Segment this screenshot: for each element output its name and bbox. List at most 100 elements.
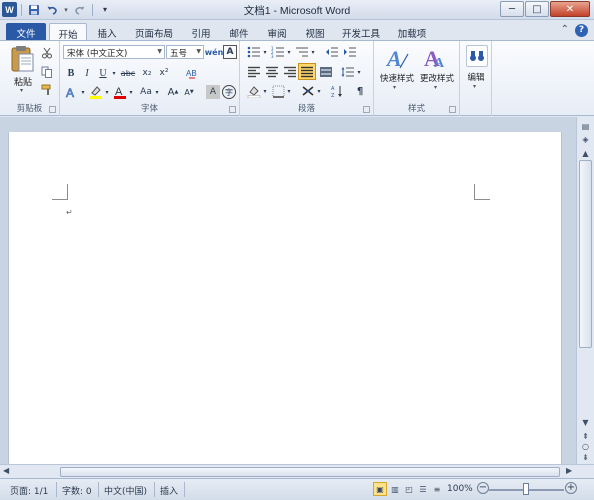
- enclose-char-button[interactable]: 字: [222, 85, 236, 99]
- sort-icon[interactable]: AZ: [330, 84, 346, 98]
- borders-dropdown-icon[interactable]: ▾: [286, 84, 292, 98]
- editing-dropdown-icon[interactable]: ▾: [473, 83, 476, 90]
- grow-font-button[interactable]: A ▲: [166, 85, 180, 99]
- borders-icon[interactable]: [270, 84, 286, 98]
- highlight-color-icon[interactable]: [88, 85, 104, 99]
- paragraph-launcher-icon[interactable]: [363, 106, 370, 113]
- change-styles-dropdown-icon[interactable]: ▾: [434, 84, 437, 91]
- font-color-dropdown-icon[interactable]: ▾: [128, 85, 134, 99]
- increase-indent-icon[interactable]: [342, 45, 358, 59]
- outline-view-icon[interactable]: ☰: [416, 482, 430, 496]
- status-insert-mode[interactable]: 插入: [160, 484, 178, 497]
- ruler-toggle-icon[interactable]: ▤: [578, 119, 593, 133]
- numbering-dropdown-icon[interactable]: ▾: [286, 45, 292, 59]
- zoom-slider-thumb[interactable]: [523, 483, 529, 495]
- quick-styles-dropdown-icon[interactable]: ▾: [393, 84, 396, 91]
- clipboard-launcher-icon[interactable]: [49, 106, 56, 113]
- bold-button[interactable]: B: [64, 66, 78, 80]
- zoom-level[interactable]: 100%: [447, 484, 473, 494]
- tab-review[interactable]: 审阅: [260, 23, 294, 40]
- font-name-combo[interactable]: 宋体 (中文正文) ▼: [63, 45, 165, 59]
- font-size-combo[interactable]: 五号 ▼: [166, 45, 204, 59]
- tab-home[interactable]: 开始: [49, 23, 87, 41]
- binoculars-icon[interactable]: [466, 45, 488, 67]
- status-page[interactable]: 页面: 1/1: [10, 484, 48, 497]
- text-effects-dropdown-icon[interactable]: ▾: [80, 85, 86, 99]
- char-shading-button[interactable]: A: [206, 85, 220, 99]
- styles-launcher-icon[interactable]: [449, 106, 456, 113]
- tab-developer[interactable]: 开发工具: [336, 23, 386, 40]
- close-button[interactable]: ✕: [550, 1, 590, 17]
- chinese-layout-icon[interactable]: [300, 84, 316, 98]
- next-page-icon[interactable]: ⇟: [578, 450, 593, 464]
- underline-dropdown-icon[interactable]: ▾: [110, 66, 118, 80]
- numbering-icon[interactable]: 123: [270, 45, 286, 59]
- tab-page-layout[interactable]: 页面布局: [128, 23, 180, 40]
- decrease-indent-icon[interactable]: [324, 45, 340, 59]
- paste-icon[interactable]: [8, 44, 38, 74]
- quick-styles-icon[interactable]: A: [384, 44, 410, 70]
- vertical-scrollbar[interactable]: ▤ ◈ ▲ ▼ ⇞ ○ ⇟: [576, 117, 594, 464]
- scroll-up-icon[interactable]: ▲: [578, 146, 593, 160]
- clear-formatting-icon[interactable]: AB: [184, 66, 198, 80]
- maximize-button[interactable]: □: [525, 1, 549, 17]
- quick-styles-label[interactable]: 快速样式: [376, 72, 418, 84]
- text-effects-icon[interactable]: A: [64, 85, 80, 99]
- cut-icon[interactable]: [40, 46, 54, 60]
- superscript-button[interactable]: x²: [157, 66, 171, 80]
- zoom-in-button[interactable]: +: [565, 482, 577, 494]
- change-styles-label[interactable]: 更改样式: [416, 72, 458, 84]
- bullets-dropdown-icon[interactable]: ▾: [262, 45, 268, 59]
- change-case-button[interactable]: Aa: [138, 85, 154, 99]
- font-size-dropdown-icon[interactable]: ▼: [196, 48, 201, 55]
- tab-insert[interactable]: 插入: [90, 23, 124, 40]
- line-spacing-dropdown-icon[interactable]: ▾: [356, 65, 362, 79]
- shading-icon[interactable]: [246, 84, 262, 98]
- scroll-down-icon[interactable]: ▼: [578, 415, 593, 429]
- multilevel-list-icon[interactable]: [294, 45, 310, 59]
- highlight-dropdown-icon[interactable]: ▾: [104, 85, 110, 99]
- align-left-icon[interactable]: [246, 65, 262, 79]
- format-painter-icon[interactable]: [40, 83, 54, 97]
- minimize-ribbon-icon[interactable]: ⌃: [561, 24, 569, 37]
- horizontal-scroll-thumb[interactable]: [60, 467, 560, 477]
- align-center-icon[interactable]: [264, 65, 280, 79]
- editing-label[interactable]: 编辑: [460, 71, 492, 83]
- paste-dropdown-icon[interactable]: ▾: [20, 87, 23, 94]
- subscript-button[interactable]: x₂: [140, 66, 154, 80]
- font-launcher-icon[interactable]: [229, 106, 236, 113]
- status-word-count[interactable]: 字数: 0: [62, 484, 92, 497]
- char-border-icon[interactable]: A: [223, 45, 237, 59]
- status-language[interactable]: 中文(中国): [104, 484, 147, 497]
- multilevel-dropdown-icon[interactable]: ▾: [310, 45, 316, 59]
- change-styles-icon[interactable]: AA: [422, 44, 448, 70]
- horizontal-scrollbar[interactable]: ◀ ▶: [0, 464, 594, 478]
- draft-view-icon[interactable]: ≡: [430, 482, 444, 496]
- scroll-right-icon[interactable]: ▶: [566, 466, 572, 475]
- minimize-button[interactable]: ─: [500, 1, 524, 17]
- web-layout-icon[interactable]: ◰: [402, 482, 416, 496]
- shrink-font-button[interactable]: A ▼: [182, 85, 196, 99]
- shading-dropdown-icon[interactable]: ▾: [262, 84, 268, 98]
- copy-icon[interactable]: [40, 65, 54, 79]
- chinese-layout-dropdown-icon[interactable]: ▾: [316, 84, 322, 98]
- scroll-left-icon[interactable]: ◀: [3, 466, 9, 475]
- vertical-scroll-thumb[interactable]: [579, 160, 592, 348]
- full-screen-reading-icon[interactable]: ▥: [388, 482, 402, 496]
- underline-button[interactable]: U: [96, 66, 110, 80]
- tab-file[interactable]: 文件: [6, 23, 46, 40]
- distributed-icon[interactable]: [318, 65, 334, 79]
- line-spacing-icon[interactable]: [340, 65, 356, 79]
- document-page[interactable]: [8, 132, 562, 464]
- align-right-icon[interactable]: [282, 65, 298, 79]
- tab-view[interactable]: 视图: [298, 23, 332, 40]
- tab-references[interactable]: 引用: [184, 23, 218, 40]
- font-name-dropdown-icon[interactable]: ▼: [157, 48, 162, 55]
- font-color-icon[interactable]: A: [112, 85, 128, 99]
- print-layout-view-icon[interactable]: ▣: [373, 482, 387, 496]
- justify-icon[interactable]: [298, 63, 316, 80]
- show-marks-icon[interactable]: ¶: [352, 84, 368, 98]
- tab-mailings[interactable]: 邮件: [222, 23, 256, 40]
- italic-button[interactable]: I: [80, 66, 94, 80]
- strikethrough-button[interactable]: abc: [120, 66, 136, 80]
